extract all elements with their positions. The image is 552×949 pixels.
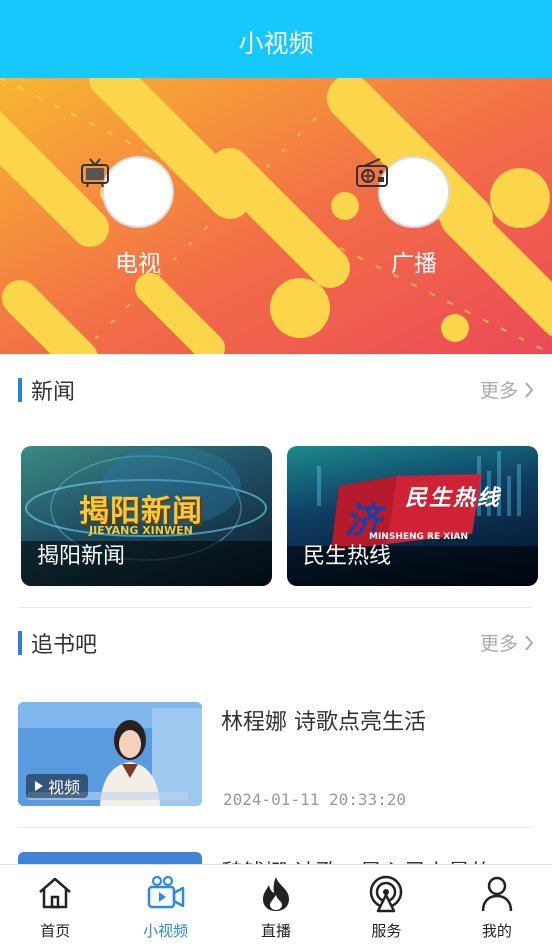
section-marker bbox=[18, 631, 22, 655]
jieyang-news-logo-sub: JIEYANG XINWEN bbox=[89, 524, 193, 537]
news-card-jieyang[interactable]: 揭阳新闻 JIEYANG XINWEN 揭阳新闻 bbox=[21, 446, 272, 586]
app-header: 小视频 bbox=[0, 0, 552, 78]
media-banner: 电视 广播 bbox=[0, 78, 552, 354]
section-marker bbox=[18, 378, 22, 402]
radio-label: 广播 bbox=[391, 251, 437, 277]
video-camera-icon bbox=[147, 875, 184, 909]
news-card-minsheng[interactable]: 济 民生热线 MINSHENG RE XIAN 民生热线 bbox=[287, 446, 538, 586]
news-card-caption: 揭阳新闻 bbox=[37, 544, 126, 569]
books-more-link[interactable]: 更多 bbox=[480, 629, 534, 656]
tab-label: 服务 bbox=[371, 922, 402, 940]
tv-icon bbox=[81, 156, 174, 228]
tab-live[interactable]: 直播 bbox=[221, 865, 331, 949]
news-section-title: 新闻 bbox=[31, 380, 76, 405]
radio-button[interactable]: 广播 bbox=[354, 156, 474, 296]
tab-label: 直播 bbox=[261, 922, 292, 940]
tab-mine[interactable]: 我的 bbox=[442, 865, 552, 949]
more-label: 更多 bbox=[479, 380, 518, 402]
chevron-right-icon bbox=[525, 634, 534, 651]
chevron-right-icon bbox=[525, 381, 534, 398]
tv-button[interactable]: 电视 bbox=[78, 156, 198, 296]
tv-label: 电视 bbox=[115, 251, 161, 277]
radio-icon bbox=[356, 156, 450, 228]
broadcast-icon bbox=[370, 875, 403, 913]
flame-icon bbox=[263, 877, 290, 911]
video-title: 林程娜 诗歌点亮生活 bbox=[221, 710, 426, 735]
divider bbox=[18, 607, 532, 608]
video-tag: 视频 bbox=[26, 774, 89, 798]
video-thumbnail: 视频 bbox=[18, 702, 202, 806]
tab-home[interactable]: 首页 bbox=[0, 865, 110, 949]
bottom-tab-bar: 首页 小视频 直播 服务 我的 bbox=[0, 864, 552, 949]
play-icon bbox=[35, 781, 43, 791]
tab-label: 我的 bbox=[481, 922, 512, 940]
tab-label: 小视频 bbox=[143, 922, 189, 940]
news-section-header: 新闻 更多 bbox=[0, 372, 552, 412]
tab-short-video[interactable]: 小视频 bbox=[110, 865, 220, 949]
tab-label: 首页 bbox=[40, 922, 71, 940]
more-label: 更多 bbox=[479, 633, 518, 655]
user-icon bbox=[481, 876, 513, 912]
tab-service[interactable]: 服务 bbox=[331, 865, 441, 949]
video-date: 2024-01-11 20:33:20 bbox=[223, 790, 407, 809]
home-icon bbox=[39, 877, 72, 909]
hotline-logo: 民生热线 bbox=[405, 486, 502, 511]
divider bbox=[18, 827, 532, 828]
news-card-caption: 民生热线 bbox=[303, 544, 392, 569]
page-title: 小视频 bbox=[238, 29, 314, 58]
books-section-header: 追书吧 更多 bbox=[0, 625, 552, 665]
video-list-item[interactable]: 视频 林程娜 诗歌点亮生活 2024-01-11 20:33:20 bbox=[18, 702, 532, 809]
news-more-link[interactable]: 更多 bbox=[480, 376, 534, 403]
books-section-title: 追书吧 bbox=[31, 633, 98, 658]
video-tag-label: 视频 bbox=[48, 778, 81, 797]
